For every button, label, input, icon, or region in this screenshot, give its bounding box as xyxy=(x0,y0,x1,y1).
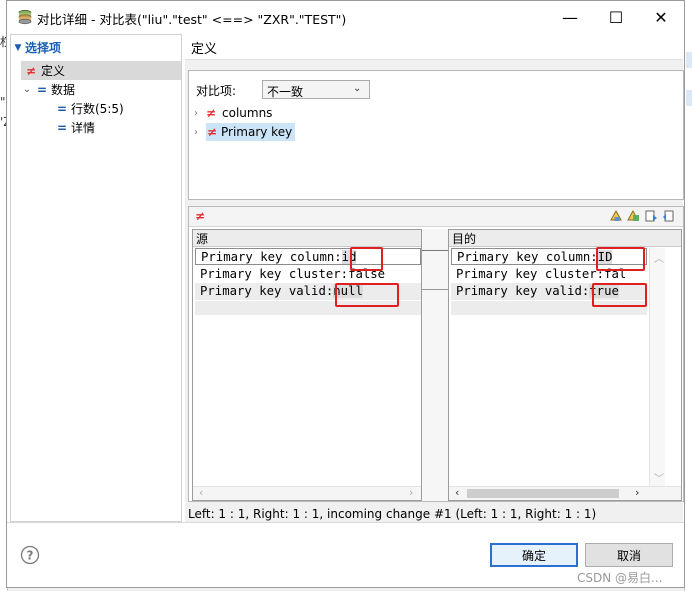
footer-divider xyxy=(7,522,684,523)
main-panel: 定义 对比项: 不一致 ⌄ › ≠ columns › ≠ Primary ke… xyxy=(185,34,684,522)
tree-root-selection[interactable]: ▼ 选择项 xyxy=(11,38,181,57)
target-horizontal-scrollbar[interactable]: ‹ › xyxy=(449,486,681,500)
maximize-button[interactable]: ☐ xyxy=(593,1,639,33)
diff-line-source[interactable]: Primary key column:id xyxy=(195,248,421,265)
cancel-button[interactable]: 取消 xyxy=(585,543,673,567)
copy-current-change-icon[interactable] xyxy=(626,209,640,223)
compare-item-label: 对比项: xyxy=(196,84,237,98)
close-button[interactable]: ✕ xyxy=(638,1,684,33)
ok-button-label: 确定 xyxy=(521,548,546,563)
sidebar-item-label: 详情 xyxy=(71,121,96,135)
not-equal-icon: ≠ xyxy=(195,209,206,223)
tree-root-label: 选择项 xyxy=(25,41,62,55)
tree-item-label: Primary key xyxy=(221,125,293,139)
section-title: 定义 xyxy=(191,42,218,57)
chevron-down-icon[interactable]: ⌄ xyxy=(21,84,33,95)
compare-item-select[interactable]: 不一致 ⌄ xyxy=(262,80,370,99)
selection-tree: ▼ 选择项 ≠ 定义 ⌄ = 数据 = 行数(5:5) = 详情 xyxy=(10,34,182,522)
compare-detail-dialog: 对比详细 - 对比表("liu"."test" <==> "ZXR"."TEST… xyxy=(6,0,685,588)
next-difference-icon[interactable] xyxy=(644,209,658,223)
annotation-box xyxy=(596,247,645,271)
sidebar-item-label: 数据 xyxy=(51,83,76,97)
scroll-up-icon[interactable]: ︿ xyxy=(654,250,664,265)
sidebar-item-details[interactable]: = 详情 xyxy=(53,118,181,137)
text-compare-panel: ≠ 源 Primary key column:id Primary key cl… xyxy=(188,206,684,502)
not-equal-icon: ≠ xyxy=(25,63,37,78)
sidebar-item-definition[interactable]: ≠ 定义 xyxy=(21,61,181,80)
sidebar-item-data[interactable]: ⌄ = 数据 xyxy=(21,80,181,99)
diff-connector-line xyxy=(422,289,448,290)
chevron-right-icon[interactable]: › xyxy=(194,127,206,138)
target-vertical-scrollbar[interactable]: ︿ ﹀ xyxy=(649,248,665,486)
scroll-left-icon[interactable]: ‹ xyxy=(199,486,203,499)
compare-toolbar: ≠ xyxy=(189,207,683,227)
minimize-icon: — xyxy=(562,7,578,27)
annotation-box xyxy=(350,247,383,271)
scroll-left-icon[interactable]: ‹ xyxy=(455,486,459,499)
annotation-box xyxy=(335,283,399,307)
diff-line-source[interactable]: Primary key cluster:false xyxy=(195,266,421,283)
tree-item-label: columns xyxy=(222,106,273,120)
minimize-button[interactable]: — xyxy=(547,1,593,33)
help-icon[interactable]: ? xyxy=(20,545,40,565)
diff-connector-gutter xyxy=(422,229,448,501)
previous-difference-icon[interactable] xyxy=(662,209,676,223)
background-highlight xyxy=(686,90,692,106)
background-app-right xyxy=(684,0,692,591)
compare-item-value: 不一致 xyxy=(267,85,304,99)
title-bar: 对比详细 - 对比表("liu"."test" <==> "ZXR"."TEST… xyxy=(7,1,684,33)
sidebar-item-label: 行数(5:5) xyxy=(71,102,124,116)
section-header: 定义 xyxy=(185,34,683,60)
annotation-box xyxy=(592,283,647,307)
equals-icon: = xyxy=(56,120,68,135)
chevron-down-icon: ⌄ xyxy=(353,83,362,94)
svg-text:?: ? xyxy=(27,549,34,563)
scroll-right-icon[interactable]: › xyxy=(635,486,639,499)
tree-item-primary-key[interactable]: › ≠ Primary key xyxy=(194,123,314,141)
scroll-right-icon[interactable]: › xyxy=(409,486,413,499)
diff-connector-line xyxy=(422,250,448,251)
copy-all-left-to-right-icon[interactable] xyxy=(609,209,623,223)
database-compare-icon xyxy=(17,9,33,25)
background-highlight xyxy=(686,52,692,68)
source-pane: 源 Primary key column:id Primary key clus… xyxy=(192,229,422,501)
equals-icon: = xyxy=(36,82,48,97)
source-horizontal-scrollbar[interactable]: ‹ › xyxy=(193,486,421,500)
chevron-down-icon[interactable]: ▼ xyxy=(11,43,25,53)
maximize-icon: ☐ xyxy=(608,7,624,27)
source-pane-header: 源 xyxy=(193,230,421,247)
sidebar-item-row-count[interactable]: = 行数(5:5) xyxy=(53,99,181,118)
window-title: 对比详细 - 对比表("liu"."test" <==> "ZXR"."TEST… xyxy=(37,12,347,27)
definition-panel: 对比项: 不一致 ⌄ › ≠ columns › ≠ Primary key xyxy=(188,70,684,200)
status-text: Left: 1 : 1, Right: 1 : 1, incoming chan… xyxy=(188,507,597,521)
cancel-button-label: 取消 xyxy=(616,548,641,563)
ok-button[interactable]: 确定 xyxy=(490,543,578,567)
close-icon: ✕ xyxy=(654,7,668,27)
scrollbar-thumb[interactable] xyxy=(467,489,619,498)
background-fragment: " xyxy=(0,95,6,109)
watermark: CSDN @易白... xyxy=(577,571,663,585)
equals-icon: = xyxy=(56,101,68,116)
scroll-down-icon[interactable]: ﹀ xyxy=(654,470,664,485)
target-pane-header: 目的 xyxy=(449,230,681,247)
tree-item-columns[interactable]: › ≠ columns xyxy=(194,104,314,122)
chevron-right-icon[interactable]: › xyxy=(194,108,206,119)
not-equal-icon: ≠ xyxy=(207,125,218,139)
not-equal-icon: ≠ xyxy=(206,106,217,120)
sidebar-item-label: 定义 xyxy=(41,64,66,78)
target-pane: 目的 Primary key column:ID Primary key clu… xyxy=(448,229,682,501)
